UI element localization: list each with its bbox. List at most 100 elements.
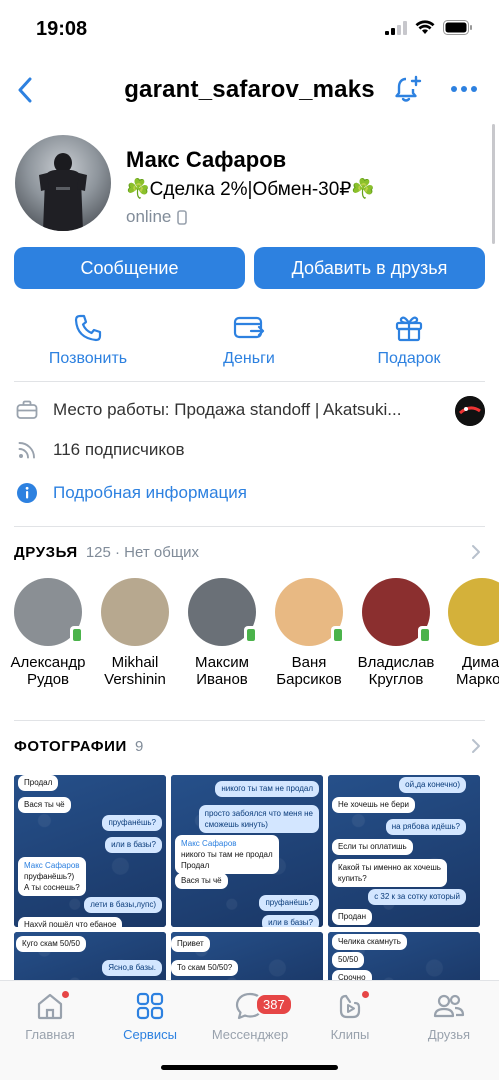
- friend-item[interactable]: Александр Рудов: [3, 578, 93, 688]
- photo-thumbnail[interactable]: никого ты там не продал просто забоялся …: [171, 775, 323, 927]
- money-icon: [233, 316, 265, 339]
- chevron-right-icon: [472, 739, 480, 753]
- friends-header[interactable]: ДРУЗЬЯ 125 · Нет общих: [14, 540, 485, 564]
- friend-last-name: Марко: [456, 671, 499, 688]
- friend-first-name: Ваня: [291, 654, 327, 671]
- chat-bubble: Вася ты чё: [175, 873, 228, 889]
- chat-bubble: Макс Сафаров пруфанёшь?) А ты соснешь?: [18, 857, 86, 896]
- tab-services-label: Сервисы: [123, 1027, 177, 1042]
- chat-bubble: Привет: [171, 936, 210, 952]
- chat-bubble: Если ты оплатишь: [332, 839, 413, 855]
- friend-first-name: Владислав: [357, 654, 435, 671]
- gift-icon: [395, 316, 423, 342]
- friend-avatar: [275, 578, 345, 646]
- chat-bubble: Не хочешь не бери: [332, 797, 416, 813]
- chat-bubble: ой,да конечно): [399, 777, 466, 793]
- chat-text: Какой ты именно ак хочешь: [338, 863, 441, 872]
- chat-text: А ты соснешь?: [24, 883, 80, 892]
- friend-item[interactable]: Mikhail Vershinin: [90, 578, 180, 688]
- friends-title: ДРУЗЬЯ: [14, 543, 78, 561]
- chat-bubble: То скам 50/50?: [171, 960, 239, 976]
- photo-thumbnail[interactable]: ой,да конечно) Не хочешь не бери на рябо…: [328, 775, 480, 927]
- chat-bubble: просто забоялся что меня не сможешь кину…: [198, 805, 319, 833]
- profile-name: Макс Сафаров: [126, 147, 287, 172]
- quote-text: никого ты там не продал: [181, 850, 273, 859]
- nav-bar: garant_safarov_maks: [0, 62, 499, 118]
- chat-text: Продал: [181, 861, 210, 870]
- tab-clips[interactable]: Клипы: [300, 989, 400, 1042]
- friend-last-name: Иванов: [196, 671, 248, 688]
- work-text: Место работы: Продажа standoff | Akatsuk…: [53, 400, 402, 419]
- work-row[interactable]: Место работы: Продажа standoff | Akatsuk…: [14, 396, 485, 424]
- chat-bubble: на рябова идёшь?: [385, 819, 466, 835]
- chat-bubble: с 32 к за сотку который: [368, 889, 466, 905]
- call-button[interactable]: Позвонить: [28, 312, 148, 368]
- photos-header[interactable]: ФОТОГРАФИИ 9: [14, 734, 485, 758]
- friend-last-name: Круглов: [368, 671, 424, 688]
- chat-bubble: Ясно,в базы.: [102, 960, 162, 976]
- friend-first-name: Максим: [195, 654, 249, 671]
- chat-bubble: Продан: [332, 909, 373, 925]
- friend-avatar: [101, 578, 169, 646]
- chat-text: купить?: [338, 874, 367, 883]
- mobile-online-icon: [244, 626, 258, 644]
- divider: [14, 526, 485, 527]
- photo-thumbnail[interactable]: Куго скам 50/50 Ясно,в базы.: [14, 932, 166, 980]
- chat-bubble: Нахуй пошёл что ебаное: [18, 917, 123, 927]
- friend-item[interactable]: Дима Марко: [438, 578, 499, 688]
- photo-thumbnail[interactable]: Привет То скам 50/50?: [171, 932, 323, 980]
- divider: [14, 720, 485, 721]
- subscribe-notifications-button[interactable]: [393, 74, 423, 109]
- more-dot-icon: [471, 86, 477, 92]
- photos-title: ФОТОГРАФИИ: [14, 737, 127, 755]
- money-button[interactable]: Деньги: [189, 312, 309, 368]
- friend-item[interactable]: Владислав Круглов: [351, 578, 441, 688]
- services-icon: [136, 992, 164, 1020]
- tab-friends[interactable]: Друзья: [399, 989, 499, 1042]
- followers-row[interactable]: 116 подписчиков: [14, 436, 485, 464]
- friend-avatar: [14, 578, 84, 646]
- friend-avatar: [188, 578, 258, 646]
- tab-messenger-label: Мессенджер: [211, 1027, 289, 1042]
- bell-plus-icon: [395, 75, 422, 102]
- message-button[interactable]: Сообщение: [14, 247, 245, 289]
- status-icons: [385, 20, 473, 35]
- scroll-indicator[interactable]: [492, 124, 495, 244]
- battery-icon: [443, 20, 472, 35]
- photo-thumbnail[interactable]: Челика скамнуть 50/50 Срочно: [328, 932, 480, 980]
- friend-avatar: [362, 578, 432, 646]
- online-status: online: [126, 207, 188, 227]
- chat-text: просто забоялся что меня не: [204, 809, 313, 818]
- rss-icon: [18, 442, 35, 459]
- money-label: Деньги: [223, 350, 275, 367]
- quote-author: Макс Сафаров: [181, 839, 237, 848]
- quote-text: пруфанёшь?): [24, 872, 75, 881]
- add-friend-button[interactable]: Добавить в друзья: [254, 247, 485, 289]
- home-indicator: [161, 1065, 338, 1070]
- followers-text: 116 подписчиков: [53, 440, 185, 459]
- tab-home[interactable]: Главная: [0, 989, 100, 1042]
- gift-button[interactable]: Подарок: [349, 312, 469, 368]
- chat-bubble: 50/50: [332, 952, 365, 968]
- more-button[interactable]: [451, 86, 477, 92]
- profile-avatar[interactable]: [15, 135, 111, 231]
- quote-author: Макс Сафаров: [24, 861, 80, 870]
- tab-clips-label: Клипы: [330, 1027, 370, 1042]
- more-dot-icon: [451, 86, 457, 92]
- divider: [14, 381, 485, 382]
- tab-messenger[interactable]: 387 Мессенджер: [200, 989, 300, 1042]
- tab-friends-label: Друзья: [427, 1027, 471, 1042]
- friend-item[interactable]: Ваня Барсиков: [264, 578, 354, 688]
- mobile-online-icon: [418, 626, 432, 644]
- details-row[interactable]: Подробная информация: [14, 479, 485, 507]
- work-group-avatar[interactable]: [455, 396, 485, 426]
- online-label: online: [126, 207, 172, 226]
- friend-last-name: Vershinin: [104, 671, 166, 688]
- friend-item[interactable]: Максим Иванов: [177, 578, 267, 688]
- status-time: 19:08: [36, 18, 88, 40]
- friend-last-name: Рудов: [26, 671, 70, 688]
- photo-thumbnail[interactable]: Продал Вася ты чё пруфанёшь? или в базы?…: [14, 775, 166, 927]
- tab-services[interactable]: Сервисы: [100, 989, 200, 1042]
- briefcase-icon: [16, 400, 38, 419]
- photos-count: 9: [134, 737, 144, 755]
